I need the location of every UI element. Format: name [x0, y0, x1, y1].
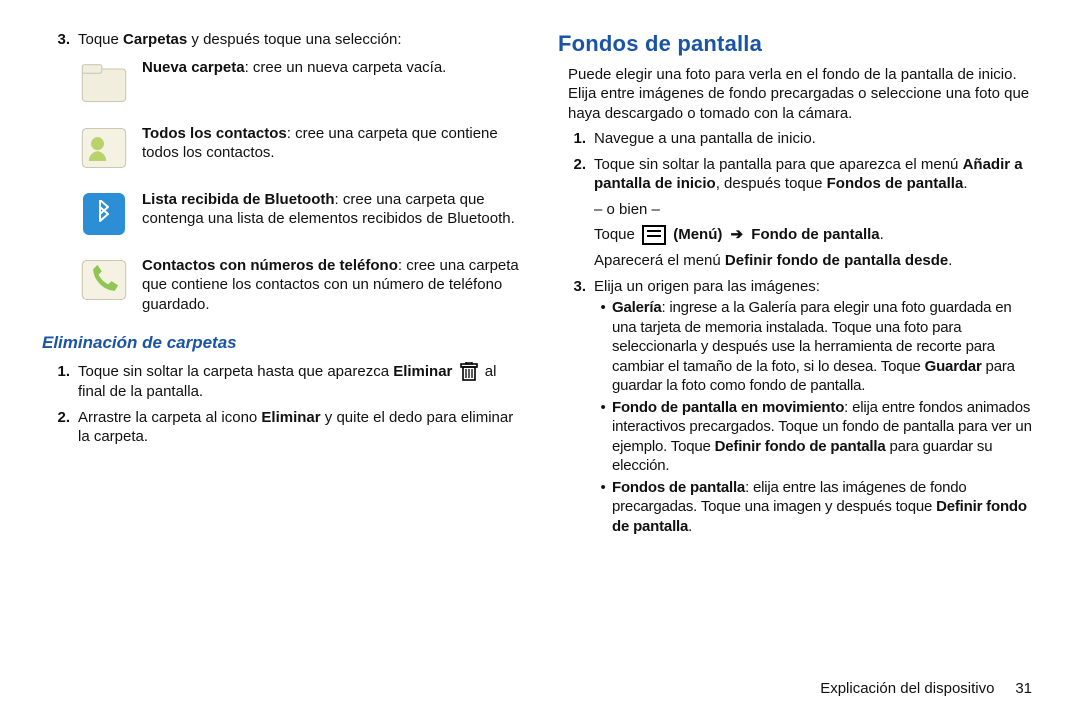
option-text: Nueva carpeta: cree un nueva carpeta vac… — [142, 56, 522, 78]
trash-icon — [460, 362, 478, 382]
del-step-1: 1. Toque sin soltar la carpeta hasta que… — [42, 362, 522, 402]
heading-delete-folders: Eliminación de carpetas — [42, 332, 522, 354]
bold-text: Lista recibida de Bluetooth — [142, 191, 335, 208]
text: Elija un origen para las imágenes: — [594, 278, 820, 295]
option-text: Lista recibida de Bluetooth: cree una ca… — [142, 188, 522, 229]
page: 3. Toque Carpetas y después toque una se… — [0, 0, 1080, 680]
step-number: 2. — [42, 408, 78, 447]
option-new-folder: Nueva carpeta: cree un nueva carpeta vac… — [78, 56, 522, 108]
step-number: 3. — [558, 277, 594, 539]
step-number: 1. — [42, 362, 78, 402]
text: . — [948, 252, 952, 269]
step-number: 1. — [558, 129, 594, 149]
text: Toque — [594, 226, 639, 243]
text: Aparecerá el menú — [594, 252, 725, 269]
step-body: Toque sin soltar la pantalla para que ap… — [594, 155, 1038, 271]
bold-text: (Menú) — [669, 226, 727, 243]
appear-line: Aparecerá el menú Definir fondo de panta… — [594, 251, 1038, 271]
contacts-icon — [78, 122, 130, 174]
bold-text: Eliminar — [393, 363, 452, 380]
bold-text: Contactos con números de teléfono — [142, 257, 398, 274]
bold-text: Carpetas — [123, 31, 187, 48]
text: . — [963, 175, 967, 192]
step-body: Elija un origen para las imágenes: • Gal… — [594, 277, 1038, 539]
left-column: 3. Toque Carpetas y después toque una se… — [42, 30, 522, 670]
option-all-contacts: Todos los contactos: cree una carpeta qu… — [78, 122, 522, 174]
phone-contacts-icon — [78, 254, 130, 306]
bullet-text: Galería: ingrese a la Galería para elegi… — [612, 298, 1038, 396]
text: Toque — [78, 31, 123, 48]
text: Arrastre la carpeta al icono — [78, 409, 261, 426]
menu-icon — [642, 225, 666, 245]
text: , después toque — [716, 175, 827, 192]
bold-text: Todos los contactos — [142, 125, 287, 142]
text: Toque sin soltar la carpeta hasta que ap… — [78, 363, 393, 380]
text: . — [688, 518, 692, 535]
option-phone-contacts: Contactos con números de teléfono: cree … — [78, 254, 522, 315]
text: . — [880, 226, 884, 243]
or-text: – o bien – — [594, 200, 1038, 220]
option-text: Todos los contactos: cree una carpeta qu… — [142, 122, 522, 163]
text: Toque sin soltar la pantalla para que ap… — [594, 156, 963, 173]
arrow-icon: ➔ — [731, 225, 744, 245]
alt-line: Toque (Menú) ➔ Fondo de pantalla. — [594, 225, 1038, 245]
heading-wallpapers: Fondos de pantalla — [558, 30, 1038, 59]
bullet-gallery: • Galería: ingrese a la Galería para ele… — [594, 298, 1038, 396]
bold-text: Galería — [612, 299, 661, 316]
footer: Explicación del dispositivo 31 — [0, 680, 1080, 697]
step-body: Arrastre la carpeta al icono Eliminar y … — [78, 408, 522, 447]
bullet-text: Fondo de pantalla en movimiento: elija e… — [612, 398, 1038, 476]
step-body: Toque Carpetas y después toque una selec… — [78, 30, 522, 50]
option-bluetooth-list: Lista recibida de Bluetooth: cree una ca… — [78, 188, 522, 240]
bullet-dot: • — [594, 398, 612, 476]
text: : cree un nueva carpeta vacía. — [245, 59, 447, 76]
wall-step-1: 1. Navegue a una pantalla de inicio. — [558, 129, 1038, 149]
step-number: 2. — [558, 155, 594, 271]
bold-text: Nueva carpeta — [142, 59, 245, 76]
del-step-2: 2. Arrastre la carpeta al icono Eliminar… — [42, 408, 522, 447]
step-body: Toque sin soltar la carpeta hasta que ap… — [78, 362, 522, 402]
bullet-text: Fondos de pantalla: elija entre las imág… — [612, 478, 1038, 537]
step-body: Navegue a una pantalla de inicio. — [594, 129, 1038, 149]
options-list: Nueva carpeta: cree un nueva carpeta vac… — [42, 56, 522, 315]
step-number: 3. — [42, 30, 78, 50]
bullet-dot: • — [594, 478, 612, 537]
wall-step-2: 2. Toque sin soltar la pantalla para que… — [558, 155, 1038, 271]
right-column: Fondos de pantalla Puede elegir una foto… — [558, 30, 1038, 670]
intro-text: Puede elegir una foto para verla en el f… — [558, 65, 1038, 124]
bold-text: Guardar — [925, 358, 982, 375]
footer-section: Explicación del dispositivo — [820, 680, 994, 697]
bluetooth-icon — [78, 188, 130, 240]
option-text: Contactos con números de teléfono: cree … — [142, 254, 522, 315]
bold-text: Fondo de pantalla en movimiento — [612, 399, 844, 416]
folder-icon — [78, 56, 130, 108]
bold-text: Fondos de pantalla — [827, 175, 964, 192]
bold-text: Definir fondo de pantalla desde — [725, 252, 948, 269]
text: y después toque una selección: — [187, 31, 401, 48]
step-3: 3. Toque Carpetas y después toque una se… — [42, 30, 522, 50]
bullet-live-wallpaper: • Fondo de pantalla en movimiento: elija… — [594, 398, 1038, 476]
bold-text: Fondo de pantalla — [747, 226, 880, 243]
bold-text: Eliminar — [261, 409, 320, 426]
bold-text: Definir fondo de pantalla — [715, 438, 886, 455]
bullet-dot: • — [594, 298, 612, 396]
wall-step-3: 3. Elija un origen para las imágenes: • … — [558, 277, 1038, 539]
bullet-wallpapers: • Fondos de pantalla: elija entre las im… — [594, 478, 1038, 537]
bold-text: Fondos de pantalla — [612, 479, 745, 496]
page-number: 31 — [1015, 680, 1032, 697]
